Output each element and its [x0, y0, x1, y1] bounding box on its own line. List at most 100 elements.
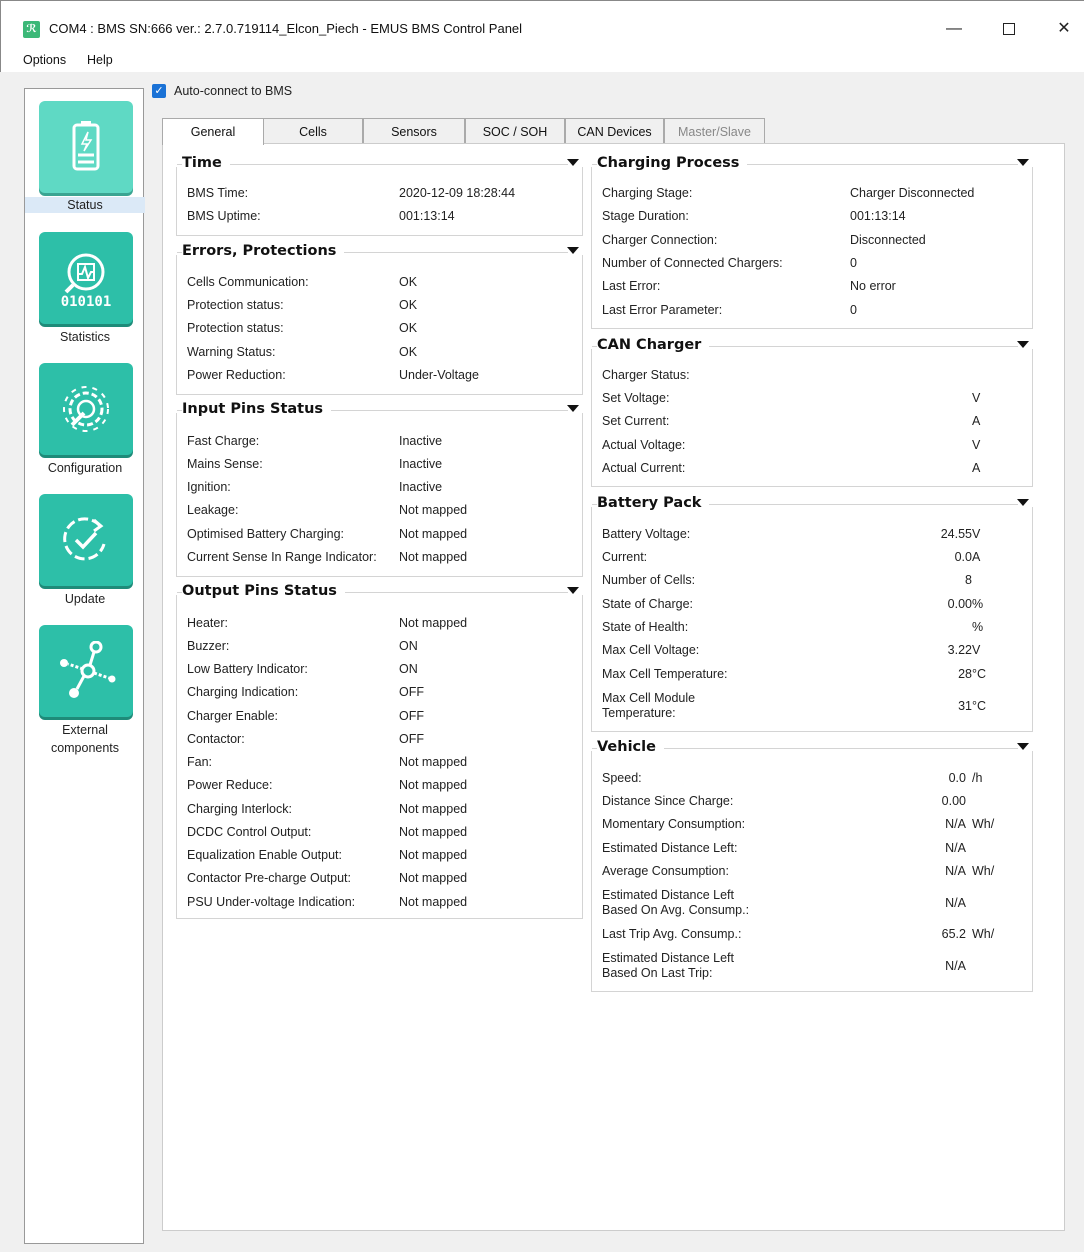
collapse-arrow-icon[interactable] — [1017, 341, 1029, 348]
collapse-arrow-icon[interactable] — [567, 159, 579, 166]
vehicle-row: Distance Since Charge: 0.00 — [602, 794, 1022, 812]
group-can-charger-header[interactable]: CAN Charger — [592, 337, 1032, 355]
nav-status[interactable]: Status — [25, 101, 145, 216]
row-value: N/A — [945, 959, 966, 973]
update-tile[interactable] — [39, 494, 133, 586]
tab-cells[interactable]: Cells — [263, 118, 363, 144]
row-label: Max Cell Temperature: — [602, 667, 728, 681]
row-value: OFF — [399, 709, 424, 723]
row-unit: V — [972, 438, 981, 452]
group-vehicle: Vehicle Speed: 0.0/h Distance Since Charg… — [591, 739, 1033, 992]
maximize-button[interactable] — [986, 13, 1032, 45]
group-output-pins: Output Pins Status Heater: Not mapped Buz… — [176, 583, 583, 919]
external-components-tile[interactable] — [39, 625, 133, 717]
vehicle-row: Estimated Distance Left Based On Avg. Con… — [602, 888, 1022, 917]
row-value: Not mapped — [399, 550, 468, 564]
row-label: Set Current: — [602, 414, 670, 428]
group-input-pins: Input Pins Status Fast Charge: Inactive M… — [176, 401, 583, 577]
tab-soc-soh[interactable]: SOC / SOH — [465, 118, 565, 144]
auto-connect-checkbox[interactable]: ✓ — [152, 84, 166, 98]
status-tile[interactable] — [39, 101, 133, 193]
nav-configuration[interactable]: Configuration — [25, 363, 145, 478]
battery-row: Max Cell Module Temperature: 31 °C — [602, 691, 1022, 720]
group-errors-header[interactable]: Errors, Protections — [177, 243, 582, 261]
maximize-icon — [1003, 22, 1015, 35]
vehicle-row: Estimated Distance Left Based On Last Tri… — [602, 951, 1022, 980]
statistics-tile[interactable]: 010101 — [39, 232, 133, 324]
row-value: Not mapped — [399, 895, 468, 909]
row-label: Low Battery Indicator: — [187, 662, 308, 676]
row-value: 0 — [850, 256, 857, 270]
nav-external-label-line1: External — [62, 723, 108, 737]
group-battery-title: Battery Pack — [597, 495, 710, 511]
minimize-button[interactable]: — — [931, 13, 977, 45]
row-value: Not mapped — [399, 527, 468, 541]
row-unit: % — [972, 597, 984, 611]
tab-sensors[interactable]: Sensors — [363, 118, 465, 144]
group-output-pins-header[interactable]: Output Pins Status — [177, 583, 582, 601]
auto-connect-label: Auto-connect to BMS — [174, 84, 293, 98]
row-value: 001:13:14 — [399, 209, 455, 223]
group-errors-protections: Errors, Protections Cells Communication:… — [176, 243, 583, 395]
nav-statistics-label: Statistics — [59, 330, 110, 344]
row-value: Not mapped — [399, 755, 468, 769]
battery-row: State of Health:% — [602, 620, 1022, 638]
row-label: Actual Current: — [602, 461, 686, 475]
configuration-tile[interactable] — [39, 363, 133, 455]
nav-external-components[interactable]: External components — [25, 625, 145, 760]
group-vehicle-header[interactable]: Vehicle — [592, 739, 1032, 757]
row-label: Charging Interlock: — [187, 802, 292, 816]
row-value: 0 — [850, 303, 857, 317]
row-label: Set Voltage: — [602, 391, 670, 405]
group-vehicle-title: Vehicle — [597, 739, 664, 755]
collapse-arrow-icon[interactable] — [1017, 499, 1029, 506]
close-button[interactable]: ✕ — [1041, 13, 1084, 45]
collapse-arrow-icon[interactable] — [1017, 743, 1029, 750]
row-value: OFF — [399, 685, 424, 699]
group-charging-header[interactable]: Charging Process — [592, 155, 1032, 173]
nav-configuration-label: Configuration — [47, 461, 123, 475]
row-value: 65.2 — [941, 927, 966, 941]
row-label: Warning Status: — [187, 345, 276, 359]
group-time-title: Time — [182, 155, 230, 171]
tab-can-devices[interactable]: CAN Devices — [565, 118, 664, 144]
tab-general[interactable]: General — [162, 118, 264, 145]
row-label: Charger Enable: — [187, 709, 279, 723]
row-label: Power Reduce: — [187, 778, 273, 792]
row-label: Cells Communication: — [187, 275, 309, 289]
battery-icon — [72, 121, 100, 171]
row-unit: Wh/ — [972, 864, 995, 878]
row-label: Contactor Pre-charge Output: — [187, 871, 351, 885]
menu-help[interactable]: Help — [87, 53, 113, 67]
group-time-header[interactable]: Time — [177, 155, 582, 173]
collapse-arrow-icon[interactable] — [567, 587, 579, 594]
group-input-pins-header[interactable]: Input Pins Status — [177, 401, 582, 419]
group-output-pins-title: Output Pins Status — [182, 583, 345, 599]
row-label: Charging Stage: — [602, 186, 693, 200]
collapse-arrow-icon[interactable] — [1017, 159, 1029, 166]
collapse-arrow-icon[interactable] — [567, 405, 579, 412]
row-label: Estimated Distance Left: — [602, 841, 738, 855]
row-label-multiline: Estimated Distance Left Based On Avg. Con… — [602, 888, 749, 918]
row-label: BMS Uptime: — [187, 209, 261, 223]
update-check-icon — [63, 517, 106, 561]
row-label: BMS Time: — [187, 186, 249, 200]
vehicle-row: Speed: 0.0/h — [602, 771, 1022, 789]
group-battery-header[interactable]: Battery Pack — [592, 495, 1032, 513]
menu-options[interactable]: Options — [23, 53, 66, 67]
row-value: 8 — [965, 573, 972, 587]
row-unit: °C — [972, 667, 987, 681]
collapse-arrow-icon[interactable] — [567, 247, 579, 254]
vehicle-row: Average Consumption: N/A Wh/ — [602, 864, 1022, 882]
row-label: Max Cell Voltage: — [602, 643, 700, 657]
row-label: Number of Connected Chargers: — [602, 256, 783, 270]
row-label: Power Reduction: — [187, 368, 286, 382]
network-nodes-icon — [60, 641, 116, 698]
row-label: State of Charge: — [602, 597, 694, 611]
nav-statistics[interactable]: 010101 Statistics — [25, 232, 145, 347]
row-unit: V — [972, 643, 981, 657]
row-label: Leakage: — [187, 503, 239, 517]
row-label-multiline: Max Cell Module Temperature: — [602, 691, 695, 721]
group-charging-process: Charging Process Charging Stage: Charger … — [591, 155, 1033, 329]
nav-update[interactable]: Update — [25, 494, 145, 609]
